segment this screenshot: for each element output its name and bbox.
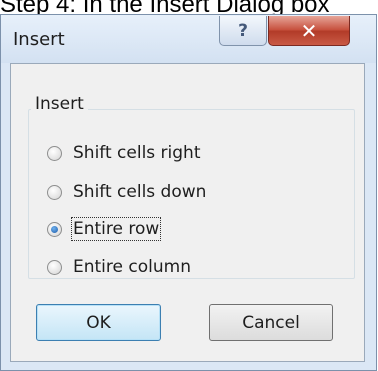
radio-button-icon[interactable] [47, 259, 62, 275]
group-label: Insert [31, 94, 88, 114]
dialog-body: Insert Shift cells right Shift cells dow… [10, 63, 365, 362]
radio-button-icon[interactable] [47, 184, 62, 200]
dialog-title: Insert [13, 29, 65, 50]
help-icon: ? [238, 20, 248, 41]
help-button[interactable]: ? [219, 16, 267, 46]
ok-button[interactable]: OK [36, 304, 161, 341]
radio-entire-column[interactable]: Entire column [47, 253, 191, 281]
close-button[interactable]: ✕ [268, 16, 350, 46]
cancel-button[interactable]: Cancel [209, 304, 333, 341]
radio-button-icon[interactable] [47, 145, 62, 161]
radio-button-selected-icon[interactable] [47, 221, 62, 237]
radio-entire-row[interactable]: Entire row [47, 215, 162, 243]
close-icon: ✕ [300, 18, 318, 43]
radio-shift-cells-right[interactable]: Shift cells right [47, 139, 201, 167]
radio-label-entire-column[interactable]: Entire column [73, 257, 191, 277]
title-bar[interactable]: Insert ? ✕ [1, 15, 376, 63]
radio-label-shift-cells-right[interactable]: Shift cells right [73, 143, 201, 163]
insert-dialog: Insert ? ✕ Insert Shift cells right Shif… [0, 14, 377, 371]
radio-shift-cells-down[interactable]: Shift cells down [47, 178, 206, 206]
radio-label-shift-cells-down[interactable]: Shift cells down [73, 182, 206, 202]
radio-label-entire-row[interactable]: Entire row [70, 217, 162, 241]
